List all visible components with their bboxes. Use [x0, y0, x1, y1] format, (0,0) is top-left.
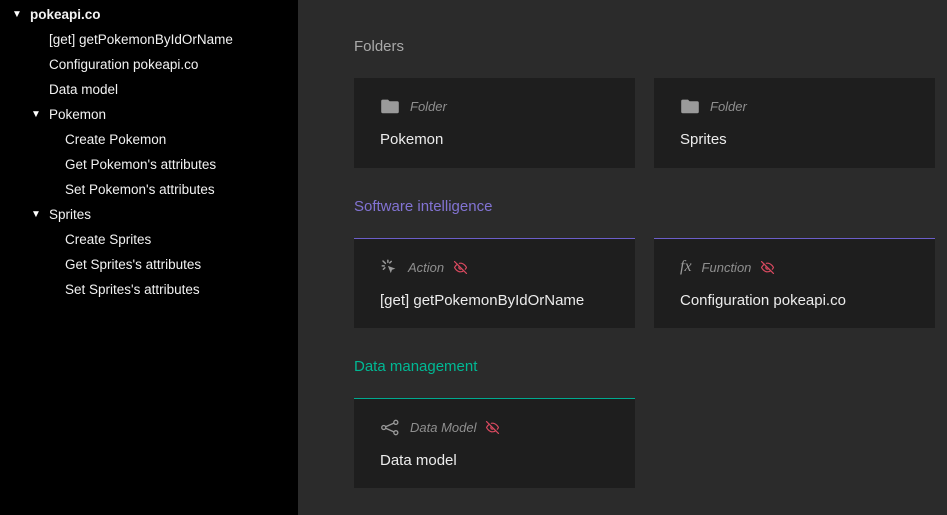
action-icon — [380, 258, 398, 276]
folder-icon — [680, 98, 700, 114]
data-model-icon — [380, 419, 400, 436]
tree-item-label: Pokemon — [49, 107, 106, 122]
card-action-get-pokemon[interactable]: Action [get] getPokemonByIdOrName — [354, 238, 635, 328]
tree-item-set-sprites-attrs[interactable]: Set Sprites's attributes — [0, 277, 298, 302]
section-folders: Folders Folder Pokemon Folder Sp — [354, 38, 947, 168]
card-type-label: Folder — [710, 99, 747, 114]
card-type-label: Action — [408, 260, 444, 275]
chevron-down-icon[interactable]: ▼ — [12, 10, 23, 20]
tree-item-data-model[interactable]: Data model — [0, 77, 298, 102]
section-title: Folders — [354, 38, 947, 55]
card-title: Configuration pokeapi.co — [680, 292, 935, 309]
card-folder-pokemon[interactable]: Folder Pokemon — [354, 78, 635, 168]
tree-item-label: Configuration pokeapi.co — [49, 57, 198, 72]
content-panel: Folders Folder Pokemon Folder Sp — [298, 0, 947, 515]
tree-item-label: Get Pokemon's attributes — [65, 157, 216, 172]
section-software-intelligence: Software intelligence Action — [354, 198, 947, 328]
project-tree-sidebar: ▼ pokeapi.co [get] getPokemonByIdOrName … — [0, 0, 298, 515]
tree-item-pokemon-folder[interactable]: ▼ Pokemon — [0, 102, 298, 127]
section-title: Software intelligence — [354, 198, 947, 215]
card-type-label: Data Model — [410, 420, 476, 435]
tree-item-create-sprites[interactable]: Create Sprites — [0, 227, 298, 252]
eye-slash-icon — [760, 261, 775, 274]
tree-item-label: [get] getPokemonByIdOrName — [49, 32, 233, 47]
eye-slash-icon — [453, 261, 468, 274]
tree-item-label: Create Sprites — [65, 232, 151, 247]
card-folder-sprites[interactable]: Folder Sprites — [654, 78, 935, 168]
card-title: Sprites — [680, 131, 935, 148]
tree-item-label: Create Pokemon — [65, 132, 166, 147]
section-title: Data management — [354, 358, 947, 375]
tree-item-label: Get Sprites's attributes — [65, 257, 201, 272]
tree-item-label: Sprites — [49, 207, 91, 222]
card-title: Pokemon — [380, 131, 635, 148]
function-icon: fx — [680, 258, 692, 276]
tree-item-get-pokemon-attrs[interactable]: Get Pokemon's attributes — [0, 152, 298, 177]
card-type-label: Folder — [410, 99, 447, 114]
section-data-management: Data management Data Model — [354, 358, 947, 488]
tree-item-label: Set Pokemon's attributes — [65, 182, 215, 197]
eye-slash-icon — [485, 421, 500, 434]
folder-icon — [380, 98, 400, 114]
card-type-label: Function — [702, 260, 752, 275]
tree-item-root-pokeapi[interactable]: ▼ pokeapi.co — [0, 2, 298, 27]
tree-item-set-pokemon-attrs[interactable]: Set Pokemon's attributes — [0, 177, 298, 202]
tree-item-sprites-folder[interactable]: ▼ Sprites — [0, 202, 298, 227]
tree-item-label: Set Sprites's attributes — [65, 282, 200, 297]
chevron-down-icon[interactable]: ▼ — [31, 210, 42, 220]
tree-item-label: Data model — [49, 82, 118, 97]
tree-item-get-sprites-attrs[interactable]: Get Sprites's attributes — [0, 252, 298, 277]
tree-item-create-pokemon[interactable]: Create Pokemon — [0, 127, 298, 152]
card-data-model[interactable]: Data Model Data model — [354, 398, 635, 488]
chevron-down-icon[interactable]: ▼ — [31, 110, 42, 120]
card-title: [get] getPokemonByIdOrName — [380, 292, 635, 309]
tree-item-get-pokemon[interactable]: [get] getPokemonByIdOrName — [0, 27, 298, 52]
card-title: Data model — [380, 452, 635, 469]
tree-item-label: pokeapi.co — [30, 7, 101, 22]
card-function-configuration[interactable]: fx Function Configuration pokeapi.co — [654, 238, 935, 328]
tree-item-configuration[interactable]: Configuration pokeapi.co — [0, 52, 298, 77]
